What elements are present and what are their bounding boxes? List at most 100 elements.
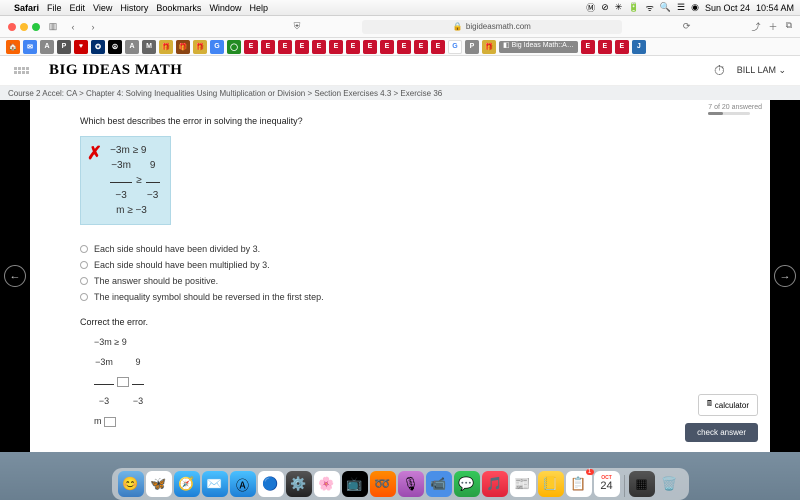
appstore-icon[interactable]: Ⓐ (230, 471, 256, 497)
check-answer-button[interactable]: check answer (685, 423, 758, 442)
bookmark-icon[interactable]: 🎁 (482, 40, 496, 54)
timer-icon[interactable]: ⏱ (714, 62, 725, 79)
radio-icon[interactable] (80, 245, 88, 253)
bookmark-icon[interactable]: ✉ (23, 40, 37, 54)
trash-icon[interactable]: 🗑️ (657, 471, 683, 497)
safari-icon[interactable]: 🧭 (174, 471, 200, 497)
app-icon[interactable]: ▦ (629, 471, 655, 497)
bookmark-icon[interactable]: ☮ (108, 40, 122, 54)
choice-option[interactable]: Each side should have been multiplied by… (80, 257, 740, 273)
answer-blank[interactable] (117, 377, 129, 387)
bookmark-icon[interactable]: M (142, 40, 156, 54)
user-menu[interactable]: BILL LAM ⌄ (737, 65, 786, 76)
bookmark-icon[interactable]: E (295, 40, 309, 54)
bookmark-icon[interactable]: E (329, 40, 343, 54)
control-center-icon[interactable]: ☰ (677, 2, 685, 13)
podcasts-icon[interactable]: 🎙 (398, 471, 424, 497)
choice-option[interactable]: Each side should have been divided by 3. (80, 241, 740, 257)
window-controls[interactable] (8, 23, 40, 31)
bookmark-icon[interactable]: 🏠 (6, 40, 20, 54)
news-icon[interactable]: 📰 (510, 471, 536, 497)
bookmark-icon[interactable]: ✪ (91, 40, 105, 54)
apps-icon[interactable] (14, 67, 29, 74)
search-icon[interactable]: 🔍 (660, 2, 671, 13)
menu-edit[interactable]: Edit (70, 3, 86, 13)
bookmark-icon[interactable]: A (40, 40, 54, 54)
bookmark-icon[interactable]: ♥ (74, 40, 88, 54)
settings-icon[interactable]: ⚙️ (286, 471, 312, 497)
back-button[interactable]: ‹ (66, 20, 80, 34)
messages-icon[interactable]: 💬 (454, 471, 480, 497)
share-icon[interactable]: ⤴ (752, 20, 761, 33)
bookmark-icon[interactable]: E (244, 40, 258, 54)
app-icon[interactable]: 📒 (538, 471, 564, 497)
bookmark-icon[interactable]: 🎁 (193, 40, 207, 54)
bookmark-icon[interactable]: 🎁 (159, 40, 173, 54)
radio-icon[interactable] (80, 277, 88, 285)
new-tab-icon[interactable]: ＋ (769, 20, 778, 33)
siri-icon[interactable]: ◉ (691, 2, 699, 13)
choice-option[interactable]: The inequality symbol should be reversed… (80, 289, 740, 305)
menu-view[interactable]: View (93, 3, 112, 13)
close-icon[interactable] (8, 23, 16, 31)
bookmark-icon[interactable]: E (363, 40, 377, 54)
minimize-icon[interactable] (20, 23, 28, 31)
bookmark-tab[interactable]: ◧ Big Ideas Math::A… (499, 41, 578, 53)
bookmark-icon[interactable]: P (57, 40, 71, 54)
bookmark-icon[interactable]: G (448, 40, 462, 54)
app-icon[interactable]: ➿ (370, 471, 396, 497)
shield-icon[interactable]: ⛨ (290, 20, 304, 34)
music-icon[interactable]: 🎵 (482, 471, 508, 497)
radio-icon[interactable] (80, 293, 88, 301)
bookmark-icon[interactable]: G (210, 40, 224, 54)
menu-help[interactable]: Help (249, 3, 268, 13)
bookmark-icon[interactable]: A (125, 40, 139, 54)
site-logo[interactable]: BIG IDEAS MATH (49, 62, 182, 79)
arrow-left-icon[interactable]: ← (4, 265, 26, 287)
menubar-time[interactable]: 10:54 AM (756, 3, 794, 13)
tabs-icon[interactable]: ⧉ (786, 20, 792, 33)
zoom-icon[interactable]: 📹 (426, 471, 452, 497)
menu-history[interactable]: History (120, 3, 148, 13)
bookmark-icon[interactable]: E (278, 40, 292, 54)
calculator-button[interactable]: 🖩calculator (698, 394, 758, 416)
next-exercise[interactable]: → (770, 100, 800, 452)
breadcrumb[interactable]: Course 2 Accel: CA > Chapter 4: Solving … (0, 86, 800, 100)
app-name[interactable]: Safari (14, 3, 39, 13)
bookmark-icon[interactable]: E (312, 40, 326, 54)
menu-bookmarks[interactable]: Bookmarks (156, 3, 201, 13)
sidebar-icon[interactable]: ▥ (46, 20, 60, 34)
bookmark-icon[interactable]: E (615, 40, 629, 54)
menubar-date[interactable]: Sun Oct 24 (705, 3, 750, 13)
choice-option[interactable]: The answer should be positive. (80, 273, 740, 289)
app-icon[interactable]: 🔵 (258, 471, 284, 497)
mail-icon[interactable]: ✉️ (202, 471, 228, 497)
appletv-icon[interactable]: 📺 (342, 471, 368, 497)
bookmark-icon[interactable]: E (380, 40, 394, 54)
bookmark-icon[interactable]: 🎁 (176, 40, 190, 54)
reload-icon[interactable]: ⟳ (680, 20, 694, 34)
forward-button[interactable]: › (86, 20, 100, 34)
bookmark-icon[interactable]: E (346, 40, 360, 54)
bookmark-icon[interactable]: E (261, 40, 275, 54)
bookmark-icon[interactable]: E (431, 40, 445, 54)
bookmark-icon[interactable]: P (465, 40, 479, 54)
menu-window[interactable]: Window (209, 3, 241, 13)
bookmark-icon[interactable]: E (397, 40, 411, 54)
menu-file[interactable]: File (47, 3, 62, 13)
bookmark-icon[interactable]: E (598, 40, 612, 54)
bookmark-icon[interactable]: ◯ (227, 40, 241, 54)
finder-icon[interactable]: 😊 (118, 471, 144, 497)
prev-exercise[interactable]: ← (0, 100, 30, 452)
arrow-right-icon[interactable]: → (774, 265, 796, 287)
maximize-icon[interactable] (32, 23, 40, 31)
bookmark-icon[interactable]: J (632, 40, 646, 54)
answer-blank[interactable] (104, 417, 116, 427)
photos-icon[interactable]: 🌸 (314, 471, 340, 497)
radio-icon[interactable] (80, 261, 88, 269)
bookmark-icon[interactable]: E (581, 40, 595, 54)
bookmark-icon[interactable]: E (414, 40, 428, 54)
app-icon[interactable]: 🦋 (146, 471, 172, 497)
reminders-icon[interactable]: 📋1 (566, 471, 592, 497)
url-bar[interactable]: 🔒bigideasmath.com (362, 20, 622, 34)
